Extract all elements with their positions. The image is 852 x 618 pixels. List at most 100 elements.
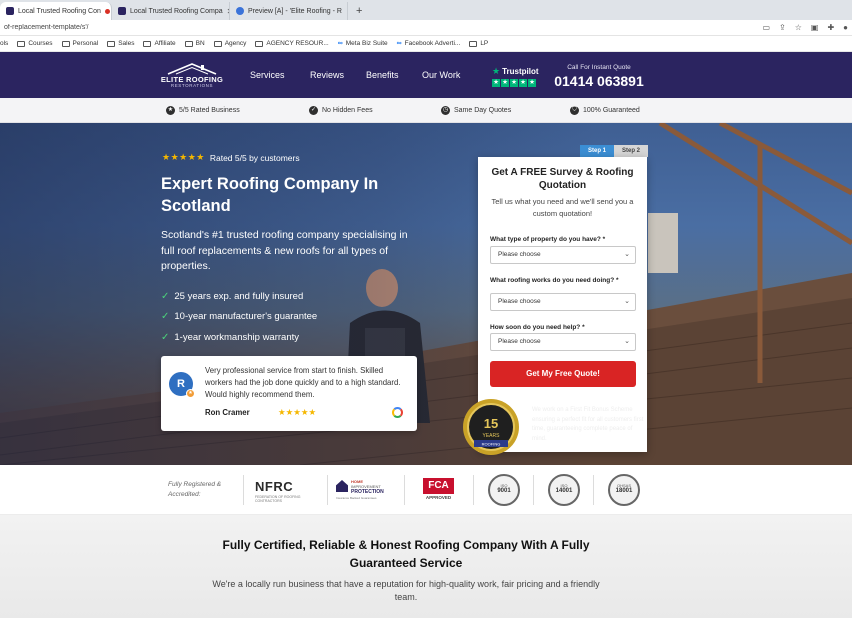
bookmark-item[interactable]: ols: [0, 40, 8, 47]
accreditation-label: Fully Registered & Accredited:: [168, 481, 222, 498]
divider: [593, 475, 594, 505]
bookmark-label: AGENCY RESOUR...: [266, 40, 329, 47]
nav-services[interactable]: Services: [250, 70, 285, 80]
camera-icon[interactable]: ▭: [762, 23, 770, 32]
bookmark-star-icon[interactable]: ☆: [795, 23, 802, 32]
avatar: R ★: [169, 372, 195, 398]
badge-number: 15: [484, 416, 498, 431]
tab-step-1[interactable]: Step 1: [580, 145, 614, 157]
bookmark-label: Meta Biz Suite: [345, 40, 388, 47]
divider: [473, 475, 474, 505]
trust-item: ⛉ 100% Guaranteed: [570, 106, 640, 115]
hip-line-4: Insurance Backed Guarantees: [336, 496, 377, 500]
form-intro: Tell us what you need and we'll send you…: [491, 197, 634, 218]
folder-icon: [469, 40, 478, 47]
phone-number-link[interactable]: 01414 063891: [553, 73, 645, 89]
site-favicon-icon: [236, 7, 244, 15]
tab-title: Preview [A] - 'Elite Roofing - R: [248, 7, 342, 15]
fca-approved-logo: FCA APPROVED: [423, 478, 454, 501]
benefit-label: 25 years exp. and fully insured: [174, 290, 304, 302]
clock-icon: ◷: [441, 106, 450, 115]
bookmark-label: Courses: [28, 40, 53, 47]
trustpilot-star-icon: ★: [501, 79, 509, 87]
profile-icon[interactable]: ●: [843, 23, 848, 32]
extension-icon[interactable]: ▣: [811, 23, 819, 32]
address-bar[interactable]: of-replacement-template/s'/ ▭ ⇪ ☆ ▣ ✚ ●: [0, 20, 852, 36]
hero-subtitle: Scotland's #1 trusted roofing company sp…: [161, 229, 408, 272]
new-tab-button[interactable]: +: [348, 2, 370, 20]
divider: [327, 475, 328, 505]
reviewer-badge-icon: ★: [186, 389, 195, 398]
star-icon: ★: [166, 106, 175, 115]
bookmark-item[interactable]: ∞ Facebook Adverti...: [397, 40, 461, 47]
trustpilot-star-icon: ★: [528, 79, 536, 87]
meta-icon: ∞: [337, 40, 343, 47]
trust-label: 100% Guaranteed: [583, 107, 640, 114]
bookmark-item[interactable]: Affiliate: [143, 40, 176, 47]
nav-benefits[interactable]: Benefits: [366, 70, 399, 80]
hero-section: ★★★★★ Rated 5/5 by customers Expert Roof…: [0, 123, 852, 465]
hero-rating: ★★★★★ Rated 5/5 by customers: [162, 152, 300, 163]
nav-reviews[interactable]: Reviews: [310, 70, 344, 80]
bookmark-item[interactable]: Courses: [17, 40, 53, 47]
tab-step-2[interactable]: Step 2: [614, 145, 648, 157]
roofing-works-label: What roofing works do you need doing? *: [490, 277, 619, 284]
fca-title: FCA: [423, 478, 454, 494]
roof-logo-icon: [167, 63, 217, 75]
trust-strip: ★ 5/5 Rated Business ✓ No Hidden Fees ◷ …: [0, 98, 852, 123]
review-card: R ★ Very professional service from start…: [161, 356, 417, 431]
rating-stars: ★★★★★: [162, 152, 205, 162]
timeframe-select[interactable]: Please choose ⌄: [490, 333, 636, 351]
browser-tab[interactable]: Local Trusted Roofing Compa ✕: [112, 2, 230, 20]
tab-title: Local Trusted Roofing Compa: [130, 7, 223, 15]
divider: [404, 475, 405, 505]
shield-icon: ⛉: [570, 106, 579, 115]
select-value: Please choose: [498, 251, 541, 258]
browser-tab[interactable]: Local Trusted Roofing Con ✕: [0, 2, 112, 20]
roofing-works-select[interactable]: Please choose ⌄: [490, 293, 636, 311]
iso-number: 9001: [497, 488, 511, 494]
browser-tab[interactable]: Preview [A] - 'Elite Roofing - R ✕: [230, 2, 348, 20]
bookmark-item[interactable]: BN: [184, 40, 205, 47]
avatar-initial: R: [177, 378, 185, 390]
property-type-label: What type of property do you have? *: [490, 236, 606, 243]
site-favicon-icon: [6, 7, 14, 15]
bookmark-label: ols: [0, 40, 9, 47]
benefit-label: 10-year manufacturer's guarantee: [174, 311, 318, 323]
nfrc-title: NFRC: [255, 479, 294, 494]
bookmark-item[interactable]: Agency: [213, 40, 246, 47]
bookmark-item[interactable]: AGENCY RESOUR...: [255, 40, 329, 47]
trustpilot-star-icon: ★: [510, 79, 518, 87]
bookmark-label: Affiliate: [154, 40, 176, 47]
home-improvement-protection-logo: HOME IMPROVEMENT PROTECTION Insurance Ba…: [336, 477, 398, 501]
form-title: Get A FREE Survey & Roofing Quotation: [491, 167, 634, 191]
chevron-down-icon: ⌄: [624, 338, 630, 345]
review-text: Very professional service from start to …: [205, 366, 401, 399]
puzzle-icon[interactable]: ✚: [827, 23, 834, 32]
bookmarks-bar: ols Courses Personal Sales Affiliate BN …: [0, 36, 852, 52]
bookmark-label: Sales: [118, 40, 135, 47]
check-icon: ✓: [161, 290, 170, 302]
nav-our-work[interactable]: Our Work: [422, 70, 460, 80]
site-header: ELITE ROOFING RESTORATIONS Services Revi…: [0, 52, 852, 98]
site-logo[interactable]: ELITE ROOFING RESTORATIONS: [158, 62, 226, 90]
url-text[interactable]: of-replacement-template/s'/: [4, 24, 762, 31]
trustpilot-star-icon: ★: [492, 79, 500, 87]
trustpilot-widget[interactable]: ★ Trustpilot ★ ★ ★ ★ ★: [492, 66, 539, 87]
hero-benefits-list: ✓ 25 years exp. and fully insured ✓ 10-yea…: [161, 286, 317, 348]
ohsas-18001-badge: OHSAS 18001: [608, 474, 640, 506]
share-icon[interactable]: ⇪: [779, 23, 786, 32]
divider: [243, 475, 244, 505]
bookmark-label: LP: [480, 40, 489, 47]
check-icon: ✓: [161, 311, 170, 323]
property-type-select[interactable]: Please choose ⌄: [490, 246, 636, 264]
get-quote-button[interactable]: Get My Free Quote!: [490, 361, 636, 387]
trust-label: Same Day Quotes: [454, 107, 512, 114]
bookmark-item[interactable]: Personal: [61, 40, 99, 47]
bookmark-item[interactable]: LP: [469, 40, 488, 47]
bookmark-label: Personal: [72, 40, 99, 47]
bookmark-item[interactable]: Sales: [107, 40, 134, 47]
bookmark-item[interactable]: ∞ Meta Biz Suite: [338, 40, 388, 47]
logo-subtitle: RESTORATIONS: [170, 83, 214, 88]
folder-icon: [143, 40, 152, 47]
